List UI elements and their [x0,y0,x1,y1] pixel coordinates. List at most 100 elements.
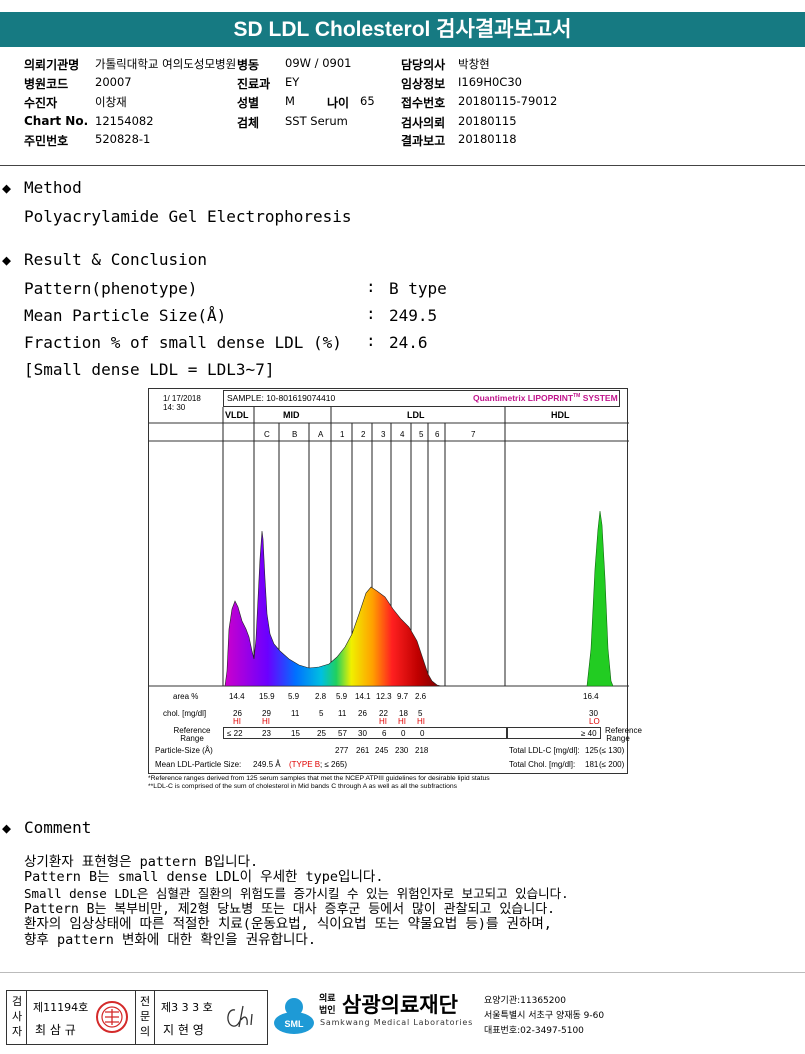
diamond-icon: ◆ [2,251,12,269]
expert-signature-icon [227,1005,253,1028]
patient-label: 수진자 [24,96,58,110]
specimen-value: SST Serum [285,114,348,128]
flag-hi: HI [233,717,241,726]
ref-value: 0 [401,729,406,738]
total-chol-label: Total Chol. [mg/dl]: [509,760,576,769]
sex-label: 성별 [237,96,260,110]
particle-value: 245 [375,746,389,755]
chol-value: 11 [291,709,300,718]
id-value: 520828-1 [95,132,151,146]
pattern-label: Pattern(phenotype) [24,279,198,298]
doctor-value: 박창현 [458,57,490,71]
chart-no-value: 12154082 [95,114,154,128]
comment-line: 향후 pattern 변화에 대한 확인을 권유합니다. [24,932,316,948]
clinical-label: 임상정보 [401,77,446,91]
ref-label-right: Reference Range [605,726,642,743]
ref-value: 30 [358,729,367,738]
total-ldl-value: 125 [585,746,599,755]
tester-license: 제11194호 [33,1001,89,1014]
report-footer: 검사자 제11194호 최 삼 규 전문의 제3 3 3 호 지 현 영 SML… [0,972,805,1054]
chart-no-label: Chart No. [24,114,89,128]
lipoprint-chart: 1/ 17/2018 14: 30 SAMPLE: 10-80161907441… [148,388,642,774]
small-dense-note: [Small dense LDL = LDL3~7] [24,360,275,379]
flag-hi: HI [262,717,270,726]
address: 서울특별시 서초구 양재동 9-60 [484,1011,605,1021]
tester-name: 최 삼 규 [35,1023,76,1037]
total-chol-value: 181 [585,760,599,769]
comment-line: Small dense LDL은 심혈관 질환의 위험도를 증가시킬 수 있는 … [24,886,569,901]
sml-logo-icon: SML [274,998,314,1034]
specimen-label: 검체 [237,116,260,130]
expert-name: 지 현 영 [163,1023,204,1037]
doctor-label: 담당의사 [401,58,446,72]
phone: 대표번호:02-3497-5100 [484,1026,584,1036]
comment-line: 환자의 임상상태에 따른 적절한 치료(운동요법, 식이요법 또는 약물요법 등… [24,916,552,932]
requested-label: 검사의뢰 [401,116,446,130]
flag-hi: HI [398,717,406,726]
hdl-ref-value: ≥ 40 [581,729,597,738]
org-english: Samkwang Medical Laboratories [320,1018,474,1027]
expert-label: 전문의 [139,995,151,1038]
tester-label: 검사자 [11,995,23,1038]
org-name: 삼광의료재단 [342,993,458,1017]
area-value: 2.6 [415,692,427,701]
sep: : [366,304,376,323]
org-prefix: 의료법인 [319,994,336,1016]
ref-value: 6 [382,729,387,738]
hospital-label: 의뢰기관명 [24,58,80,72]
chol-value: 11 [338,709,347,718]
ref-value: 57 [338,729,347,738]
report-title: SD LDL Cholesterol 검사결과보고서 [0,12,805,47]
logo-text: SML [285,1019,305,1029]
result-heading: ◆ Result & Conclusion [2,250,208,269]
pattern-value: B type [389,279,447,298]
clinical-value: I169H0C30 [458,75,522,89]
ref-value: 15 [291,729,300,738]
area-value: 12.3 [376,692,392,701]
total-ldl-label: Total LDL-C [mg/dl]: [509,746,580,755]
ldl-profile-curve [224,530,442,687]
area-value: 9.7 [397,692,409,701]
hospital-value: 가톨릭대학교 여의도성모병원 [95,57,237,71]
code-value: 20007 [95,75,132,89]
area-value: 5.9 [288,692,300,701]
particle-label: Particle-Size (Å) [155,746,213,755]
comment-heading: ◆ Comment [2,818,92,837]
dept-label: 진료과 [237,77,271,91]
particle-value: 218 [415,746,429,755]
tester-seal-icon [96,1001,128,1033]
area-value: 2.8 [315,692,327,701]
diamond-icon: ◆ [2,179,12,197]
age-label: 나이 [327,96,350,110]
receipt-label: 접수번호 [401,96,446,110]
method-heading: ◆ Method [2,178,82,197]
comment-line: Pattern B는 small dense LDL이 우세한 type입니다. [24,869,384,885]
mean-size-value: 249.5 Å [253,760,281,769]
ref-value: 25 [317,729,326,738]
fraction-value: 24.6 [389,333,428,352]
age-value: 65 [360,94,375,108]
particle-value: 230 [395,746,409,755]
mean-size-label: Mean LDL-Particle Size: [155,760,242,769]
reported-value: 20180118 [458,132,517,146]
requested-value: 20180115 [458,114,517,128]
particle-value: 261 [356,746,370,755]
area-value: 15.9 [259,692,275,701]
area-label: area % [173,692,199,701]
particle-size-value: 249.5 [389,306,438,325]
chart-footnote-1: *Reference ranges derived from 125 serum… [148,775,490,782]
patient-header: 의뢰기관명 가톨릭대학교 여의도성모병원 병동 09W / 0901 담당의사 … [0,54,805,166]
particle-size-label: Mean Particle Size(Å) [24,306,227,325]
particle-value: 277 [335,746,349,755]
sex-value: M [285,94,295,108]
code-label: 병원코드 [24,77,69,91]
signature-box: 검사자 제11194호 최 삼 규 전문의 제3 3 3 호 지 현 영 [6,990,268,1045]
dept-value: EY [285,75,300,89]
total-ldl-ref: (≤ 130) [599,746,625,755]
reported-label: 결과보고 [401,134,446,148]
ward-label: 병동 [237,58,260,72]
mean-type: (TYPE B [289,760,321,769]
patient-value: 이창재 [95,95,127,109]
ref-label: Reference Range [173,726,211,743]
area-value: 5.9 [336,692,348,701]
